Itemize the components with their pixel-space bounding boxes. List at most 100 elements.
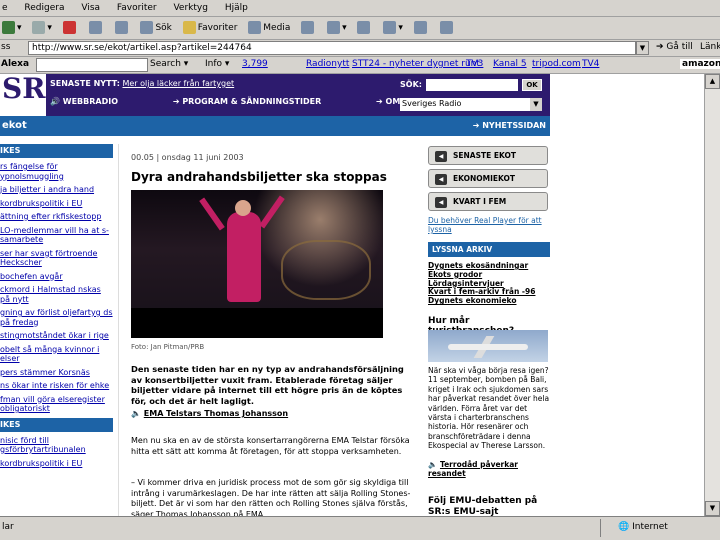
senaste-ekot-button[interactable]: ◀ SENASTE EKOT <box>428 146 548 165</box>
menu-tools[interactable]: Verktyg <box>173 3 207 13</box>
left-news-item[interactable]: ättning efter rkfiskestopp <box>0 212 113 222</box>
left-news-item[interactable]: pers stämmer Korsnäs <box>0 368 113 378</box>
go-button[interactable]: ➔ Gå till <box>656 42 693 52</box>
links-button[interactable]: Länka <box>700 42 720 52</box>
home-button[interactable] <box>114 21 130 34</box>
left-news-item[interactable]: gning av förlist oljefartyg ds på fredag <box>0 308 113 327</box>
speaker-icon: ◀ <box>435 196 447 208</box>
scroll-up-icon[interactable]: ▲ <box>705 74 720 89</box>
home-icon <box>114 21 128 34</box>
ekonomiekot-button[interactable]: ◀ EKONOMIEKOT <box>428 169 548 188</box>
sok-select[interactable]: Sveriges Radio ▼ <box>400 98 542 111</box>
back-button[interactable]: ▾ <box>2 21 22 34</box>
left-news-item[interactable]: rs fängelse för ypnolsmuggling <box>0 162 113 181</box>
messenger-icon <box>439 21 453 34</box>
address-label: ss <box>1 42 11 52</box>
ekot-title: ekot <box>2 120 27 131</box>
scroll-down-icon[interactable]: ▼ <box>705 501 720 516</box>
edit-icon <box>383 21 397 34</box>
audio-link[interactable]: 🔈 EMA Telstars Thomas Johansson <box>131 409 288 418</box>
menu-view[interactable]: Visa <box>81 3 100 13</box>
chevron-down-icon: ▼ <box>530 98 542 111</box>
edit-button[interactable]: ▾ <box>383 21 403 34</box>
url-dropdown-icon[interactable]: ▼ <box>636 41 649 55</box>
sok-input[interactable] <box>426 79 518 91</box>
media-button[interactable]: Media <box>248 21 290 34</box>
alexa-link-tripod[interactable]: tripod.com <box>532 59 581 69</box>
left-news-item[interactable]: ns ökar inte risken för ehke <box>0 381 113 391</box>
forward-button[interactable]: ▾ <box>32 21 52 34</box>
nav-webbradio-label: WEBBRADIO <box>62 97 119 106</box>
alexa-rank-link[interactable]: 3,799 <box>242 59 268 69</box>
alexa-link-tv3[interactable]: TV3 <box>466 59 483 69</box>
history-icon <box>301 21 315 34</box>
menu-file[interactable]: e <box>2 3 8 13</box>
left-news-item[interactable]: bochefen avgår <box>0 272 113 282</box>
alexa-search-input[interactable] <box>36 58 148 72</box>
ok-button[interactable]: OK <box>522 79 542 91</box>
article-paragraph: Men nu ska en av de största konsertarran… <box>131 436 410 456</box>
refresh-button[interactable] <box>88 21 104 34</box>
menu-favorites[interactable]: Favoriter <box>117 3 157 13</box>
discuss-button[interactable] <box>413 21 429 34</box>
globe-icon: 🌐 <box>618 522 630 532</box>
left-news-item[interactable]: LO-medlemmar vill ha at s-samarbete <box>0 226 113 245</box>
left-news-item[interactable]: obelt så många kvinnor i elser <box>0 345 113 364</box>
left-news-item[interactable]: ckmord i Halmstad nskas på nytt <box>0 285 113 304</box>
alexa-link-stt24[interactable]: STT24 - nyheter dygnet runt <box>352 59 480 69</box>
turist-link-text[interactable]: Terrodåd påverkar resandet <box>428 460 518 478</box>
article-lead: Den senaste tiden har en ny typ av andra… <box>131 364 404 406</box>
mail-button[interactable]: ▾ <box>327 21 347 34</box>
amazon-button[interactable]: amazon.co <box>680 59 720 69</box>
menu-edit[interactable]: Redigera <box>24 3 64 13</box>
alexa-search-button[interactable]: Search ▾ <box>150 59 188 69</box>
media-label: Media <box>263 23 291 33</box>
history-button[interactable] <box>301 21 316 34</box>
left-news-item[interactable]: nisic förd till gsförbrytartribunalen <box>0 436 113 455</box>
alexa-link-kanal5[interactable]: Kanal 5 <box>493 59 527 69</box>
nav-program[interactable]: ➔ PROGRAM & SÄNDNINGSTIDER <box>173 97 347 106</box>
print-button[interactable] <box>357 21 372 34</box>
stop-button[interactable] <box>62 21 78 34</box>
left-news-item[interactable]: ser har svagt förtroende Heckscher <box>0 249 113 268</box>
sok-select-value: Sveriges Radio <box>402 99 462 108</box>
url-field[interactable]: http://www.sr.se/ekot/artikel.asp?artike… <box>28 41 636 55</box>
turist-audio-link[interactable]: 🔈 Terrodåd påverkar resandet <box>428 460 550 478</box>
left-news-item[interactable]: kordbrukspolitik i EU <box>0 199 113 209</box>
airplane-photo <box>428 330 548 362</box>
menu-bar: e Redigera Visa Favoriter Verktyg Hjälp <box>0 0 720 17</box>
messenger-button[interactable] <box>439 21 455 34</box>
left-section-header: IKES <box>0 144 113 158</box>
sr-logo[interactable]: SRwww.sr.se <box>0 74 46 122</box>
left-news-item[interactable]: stingmotståndet ökar i rige <box>0 331 113 341</box>
search-icon <box>140 21 154 34</box>
lyssna-item[interactable]: Dygnets ekonomieko <box>428 296 552 306</box>
article-timestamp: 00.05 | onsdag 11 juni 2003 <box>131 153 244 162</box>
vertical-scrollbar[interactable]: ▲ ▼ <box>704 74 720 516</box>
alexa-link-radionytt[interactable]: Radionytt <box>306 59 349 69</box>
senaste-link[interactable]: Mer olja läcker från fartyget <box>122 79 234 88</box>
emu-heading[interactable]: Följ EMU-debatten på SR:s EMU-sajt <box>428 496 552 516</box>
nav-webbradio[interactable]: 🔊 WEBBRADIO <box>50 97 144 106</box>
menu-help[interactable]: Hjälp <box>225 3 248 13</box>
forward-arrow-icon <box>32 21 46 34</box>
left-news-item[interactable]: kordbrukspolitik i EU <box>0 459 113 469</box>
alexa-link-tv4[interactable]: TV4 <box>582 59 599 69</box>
alexa-info-label: Info <box>205 59 223 69</box>
right-column: ◀ SENASTE EKOT ◀ EKONOMIEKOT ◀ KVART I FEM … <box>424 144 552 516</box>
left-section-header-2: IKES <box>0 417 113 432</box>
audio-link-text[interactable]: EMA Telstars Thomas Johansson <box>144 409 288 418</box>
left-news-item[interactable]: ja biljetter i andra hand <box>0 185 113 195</box>
realplayer-link[interactable]: Du behöver Real Player för att lyssna <box>428 216 548 234</box>
speaker-icon: 🔈 <box>428 460 438 469</box>
alexa-logo[interactable]: Alexa <box>1 59 29 69</box>
nyhetssidan-link[interactable]: ➔ NYHETSSIDAN <box>473 121 546 130</box>
alexa-info-button[interactable]: Info ▾ <box>205 59 229 69</box>
search-button[interactable]: Sök <box>140 21 172 34</box>
stop-icon <box>62 21 76 34</box>
favorites-button[interactable]: Favoriter <box>182 21 237 34</box>
kvart-i-fem-button[interactable]: ◀ KVART I FEM <box>428 192 548 211</box>
article-paragraph: – Vi kommer driva en juridisk process mo… <box>131 478 411 516</box>
speaker-icon: 🔈 <box>131 409 141 418</box>
left-news-item[interactable]: fman vill göra elseregister obligatorisk… <box>0 395 113 414</box>
